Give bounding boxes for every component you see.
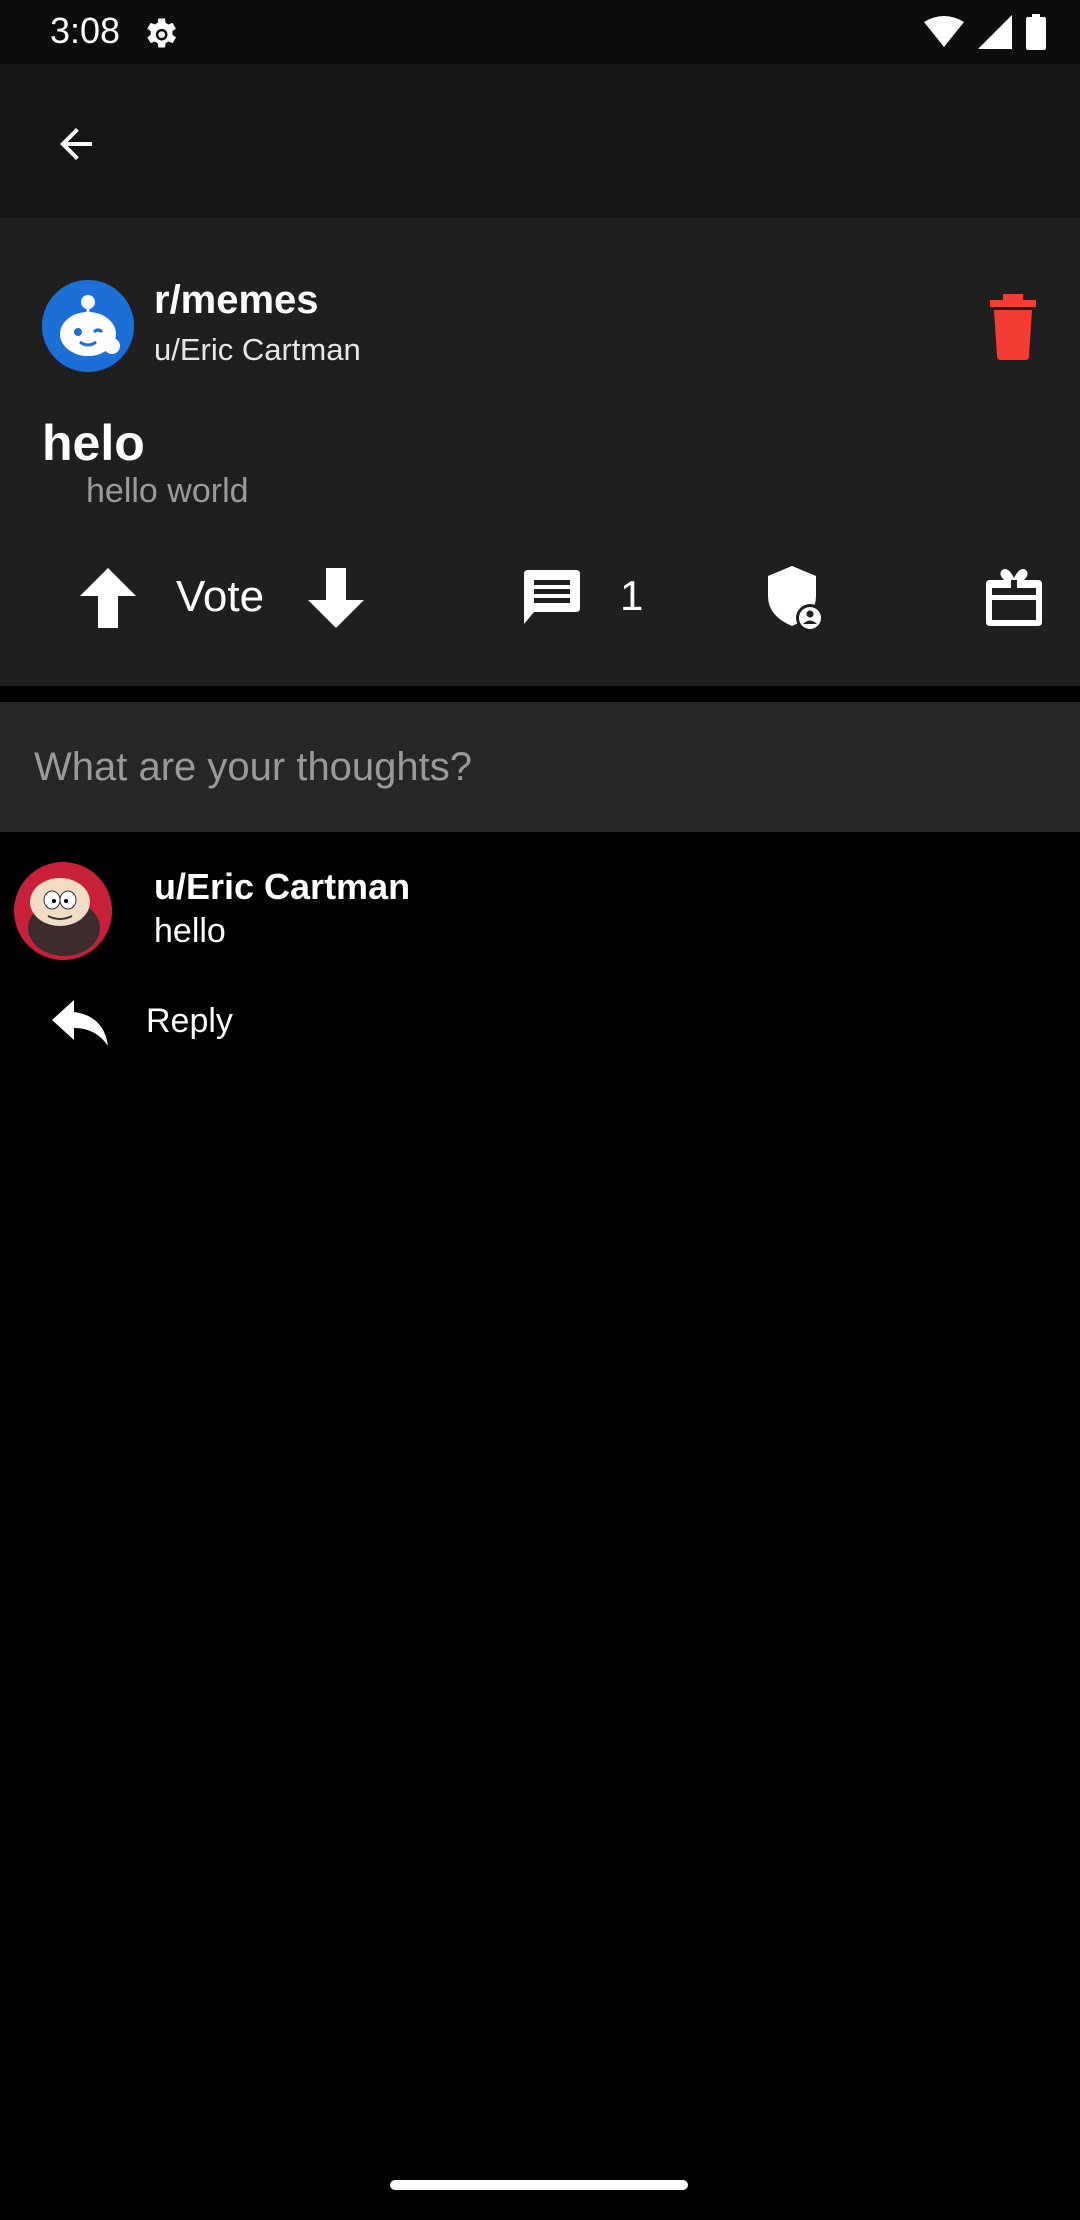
back-button[interactable] [36,104,116,184]
subreddit-name[interactable]: r/memes [154,278,319,323]
downvote-button[interactable] [308,568,364,628]
cartman-avatar-icon [14,862,112,960]
status-icons [924,14,1046,50]
comment-count: 1 [620,572,644,619]
settings-gear-icon [147,18,176,48]
vote-label: Vote [176,572,265,621]
arrow-up-icon [80,568,136,628]
home-indicator[interactable] [390,2180,688,2190]
app-bar [0,64,1080,218]
comment-author-avatar[interactable] [14,862,112,960]
upvote-button[interactable] [80,568,136,628]
post-author[interactable]: u/Eric Cartman [154,332,361,368]
post-title: helo [42,415,145,471]
comment-text: hello [154,912,226,950]
subreddit-avatar[interactable] [42,280,134,372]
arrow-down-icon [308,568,364,628]
comments-button[interactable] [522,568,672,632]
signal-icon [978,15,1012,49]
delete-button[interactable] [986,294,1040,360]
comment-author[interactable]: u/Eric Cartman [154,866,410,908]
status-bar: 3:08 [0,0,1080,64]
award-button[interactable] [982,566,1046,628]
mod-button[interactable] [766,566,828,632]
comment-input[interactable] [0,702,1080,832]
mod-shield-icon [768,566,824,632]
comment-icon [524,570,580,624]
reply-label: Reply [146,1002,233,1040]
post-action-row: Vote 1 [0,550,1080,650]
status-time: 3:08 [50,10,121,51]
gift-award-icon [986,569,1042,626]
reply-icon [52,1000,108,1046]
screen: 3:08 r/memes u/Eric Cartman helo hello w… [0,0,1080,2220]
arrow-back-icon [60,128,92,160]
snoo-mascot-icon [42,280,134,372]
reply-button[interactable]: Reply [44,992,264,1056]
post-card[interactable]: r/memes u/Eric Cartman helo hello world … [0,218,1080,686]
wifi-icon [924,16,964,47]
trash-icon [990,294,1036,360]
post-body: hello world [86,472,249,510]
battery-icon [1026,14,1046,50]
